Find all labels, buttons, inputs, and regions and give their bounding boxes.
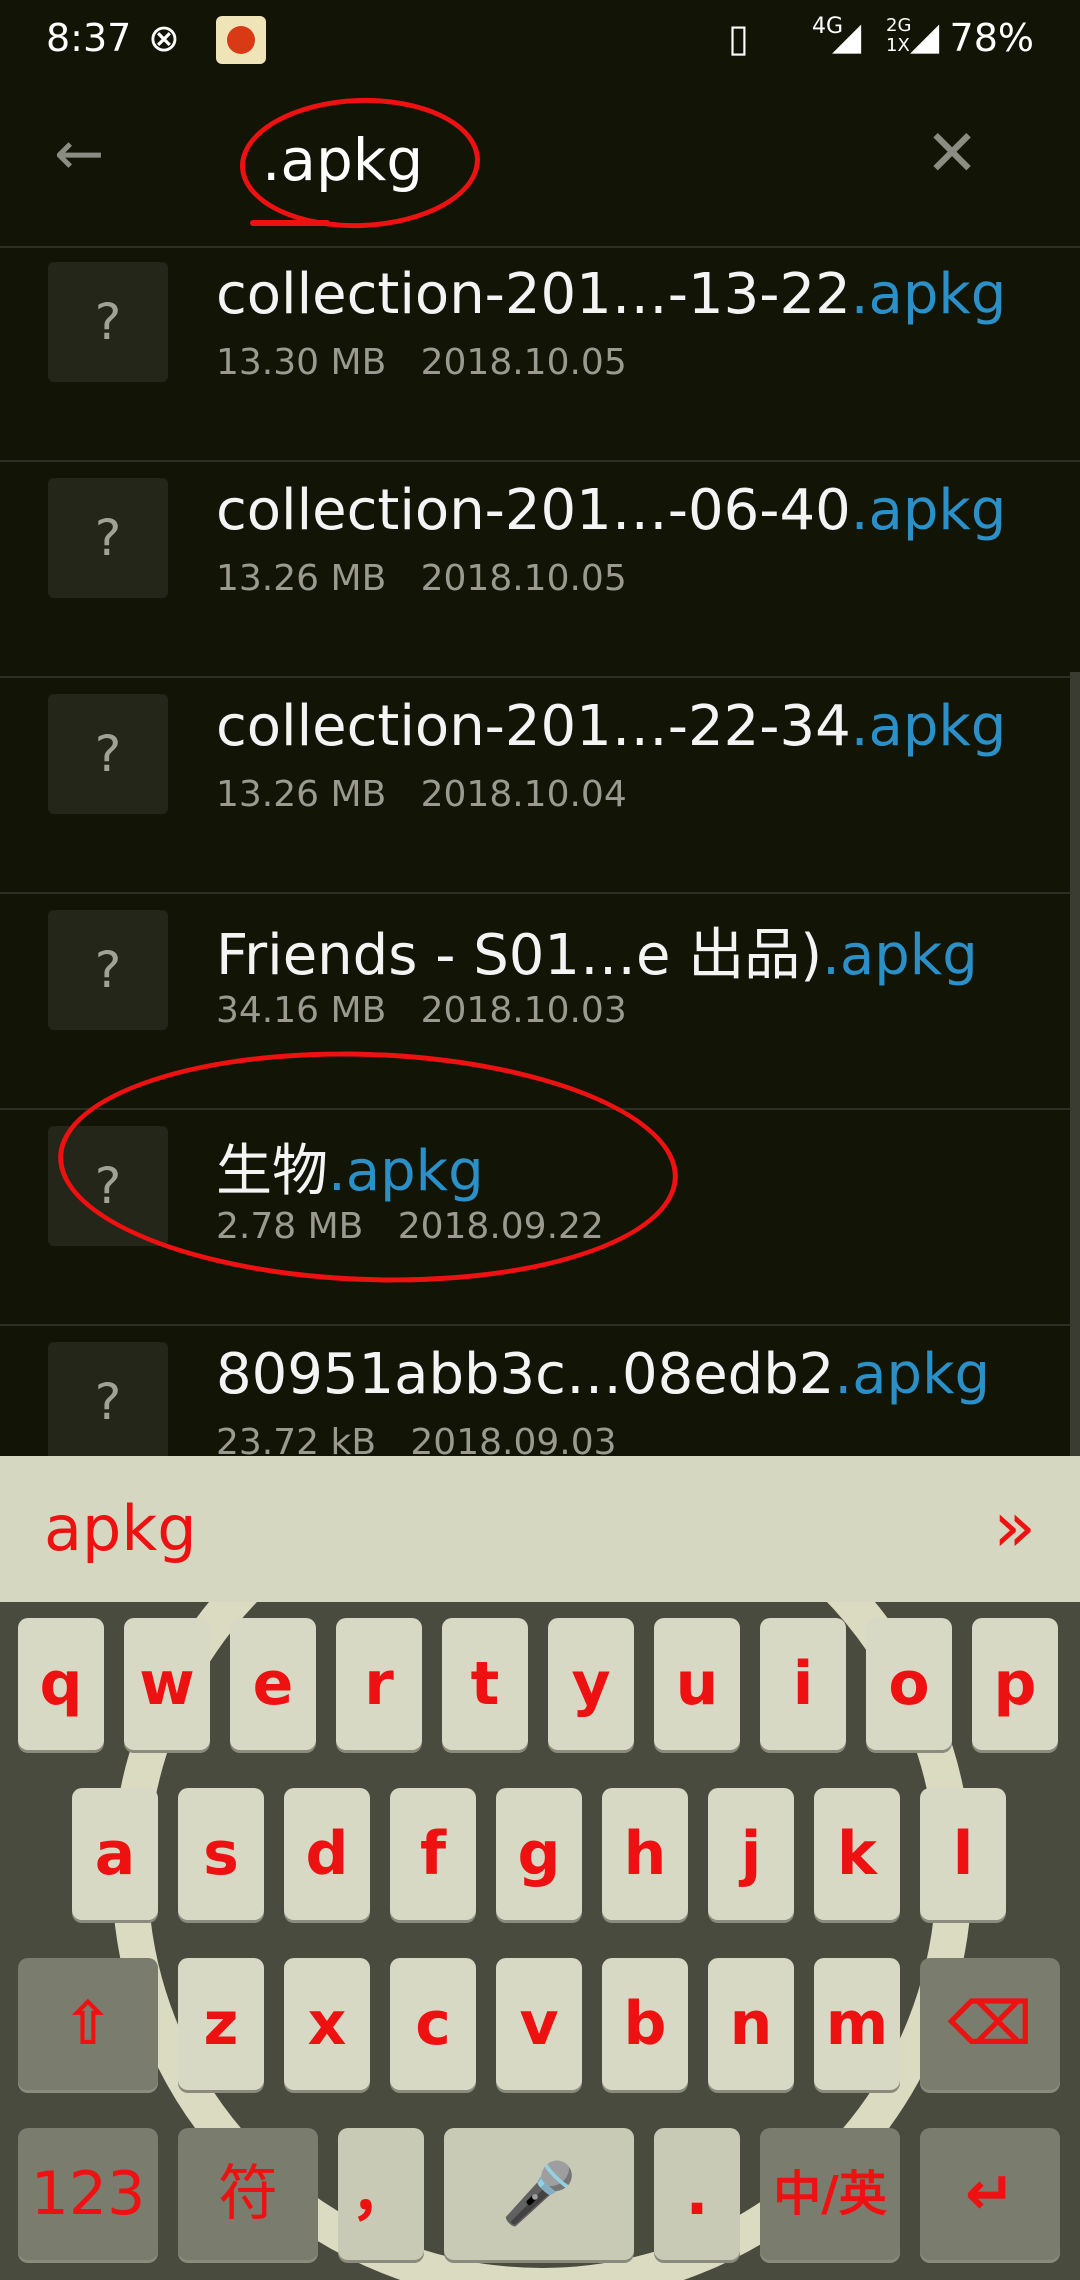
unknown-file-icon: ?	[48, 478, 168, 598]
key-v[interactable]: v	[496, 1958, 582, 2090]
microphone-space-icon[interactable]: 🎤	[444, 2128, 634, 2260]
comma-key[interactable]: ，	[338, 2128, 424, 2260]
period-key[interactable]: .	[654, 2128, 740, 2260]
unknown-file-icon: ?	[48, 262, 168, 382]
key-x[interactable]: x	[284, 1958, 370, 2090]
language-toggle-key[interactable]: 中/英	[760, 2128, 900, 2260]
file-name: 80951abb3c…08edb2.apkg	[216, 1342, 991, 1407]
key-a[interactable]: a	[72, 1788, 158, 1920]
suggestion-bar: apkg »	[0, 1456, 1080, 1602]
key-d[interactable]: d	[284, 1788, 370, 1920]
key-z[interactable]: z	[178, 1958, 264, 2090]
key-g[interactable]: g	[496, 1788, 582, 1920]
key-r[interactable]: r	[336, 1618, 422, 1750]
suggestion-word[interactable]: apkg	[44, 1492, 197, 1565]
shift-icon[interactable]: ⇧	[18, 1958, 158, 2090]
numbers-key[interactable]: 123	[18, 2128, 158, 2260]
file-row[interactable]: ? collection-201…-22-34.apkg 13.26 MB 20…	[0, 678, 1080, 894]
battery-percent: 78%	[949, 16, 1034, 60]
file-name: Friends - S01…e 出品).apkg	[216, 923, 978, 988]
search-bar: ← .apkg ✕	[0, 80, 1080, 248]
unknown-file-icon: ?	[48, 1342, 168, 1456]
key-i[interactable]: i	[760, 1618, 846, 1750]
status-time: 8:37	[46, 16, 132, 60]
arrow-left-icon[interactable]: ←	[54, 122, 118, 186]
key-t[interactable]: t	[442, 1618, 528, 1750]
file-meta: 23.72 kB 2018.09.03	[216, 1422, 617, 1456]
vibrate-icon: ▯	[728, 16, 749, 60]
signal-icon-2: ◢	[910, 14, 940, 58]
key-h[interactable]: h	[602, 1788, 688, 1920]
key-y[interactable]: y	[548, 1618, 634, 1750]
file-row[interactable]: ? collection-201…-06-40.apkg 13.26 MB 20…	[0, 462, 1080, 678]
key-m[interactable]: m	[814, 1958, 900, 2090]
annotation-underline	[250, 220, 330, 226]
file-row[interactable]: ? collection-201…-13-22.apkg 13.30 MB 20…	[0, 246, 1080, 462]
double-chevron-right-icon[interactable]: »	[993, 1486, 1036, 1568]
key-b[interactable]: b	[602, 1958, 688, 2090]
key-o[interactable]: o	[866, 1618, 952, 1750]
key-n[interactable]: n	[708, 1958, 794, 2090]
key-j[interactable]: j	[708, 1788, 794, 1920]
soft-keyboard: apkg » q w e r t y u i o p a s d f g h j…	[0, 1456, 1080, 2280]
key-u[interactable]: u	[654, 1618, 740, 1750]
file-name: collection-201…-22-34.apkg	[216, 694, 1007, 759]
file-meta: 34.16 MB 2018.10.03	[216, 990, 627, 1031]
key-p[interactable]: p	[972, 1618, 1058, 1750]
status-bar: 8:37 ⊗ ▯ 4G ◢ 2G 1X ◢ 78%	[0, 0, 1080, 80]
key-q[interactable]: q	[18, 1618, 104, 1750]
key-e[interactable]: e	[230, 1618, 316, 1750]
symbols-key[interactable]: 符	[178, 2128, 318, 2260]
key-f[interactable]: f	[390, 1788, 476, 1920]
file-meta: 13.30 MB 2018.10.05	[216, 342, 627, 383]
unknown-file-icon: ?	[48, 910, 168, 1030]
key-l[interactable]: l	[920, 1788, 1006, 1920]
file-row[interactable]: ? 80951abb3c…08edb2.apkg 23.72 kB 2018.0…	[0, 1326, 1080, 1456]
file-meta: 13.26 MB 2018.10.05	[216, 558, 627, 599]
file-meta: 13.26 MB 2018.10.04	[216, 774, 627, 815]
file-list: ? collection-201…-13-22.apkg 13.30 MB 20…	[0, 246, 1080, 1456]
tomato-app-icon	[216, 16, 266, 64]
signal-icon: ◢	[832, 14, 862, 58]
close-icon[interactable]: ✕	[920, 118, 984, 190]
key-w[interactable]: w	[124, 1618, 210, 1750]
enter-icon[interactable]: ↵	[920, 2128, 1060, 2260]
scrollbar[interactable]	[1070, 672, 1080, 1456]
key-s[interactable]: s	[178, 1788, 264, 1920]
network-2g-label: 2G 1X	[886, 15, 912, 56]
unknown-file-icon: ?	[48, 694, 168, 814]
file-name: collection-201…-13-22.apkg	[216, 262, 1007, 327]
file-name: collection-201…-06-40.apkg	[216, 478, 1007, 543]
key-c[interactable]: c	[390, 1958, 476, 2090]
key-k[interactable]: k	[814, 1788, 900, 1920]
hotspot-icon: ⊗	[148, 16, 180, 60]
backspace-icon[interactable]: ⌫	[920, 1958, 1060, 2090]
